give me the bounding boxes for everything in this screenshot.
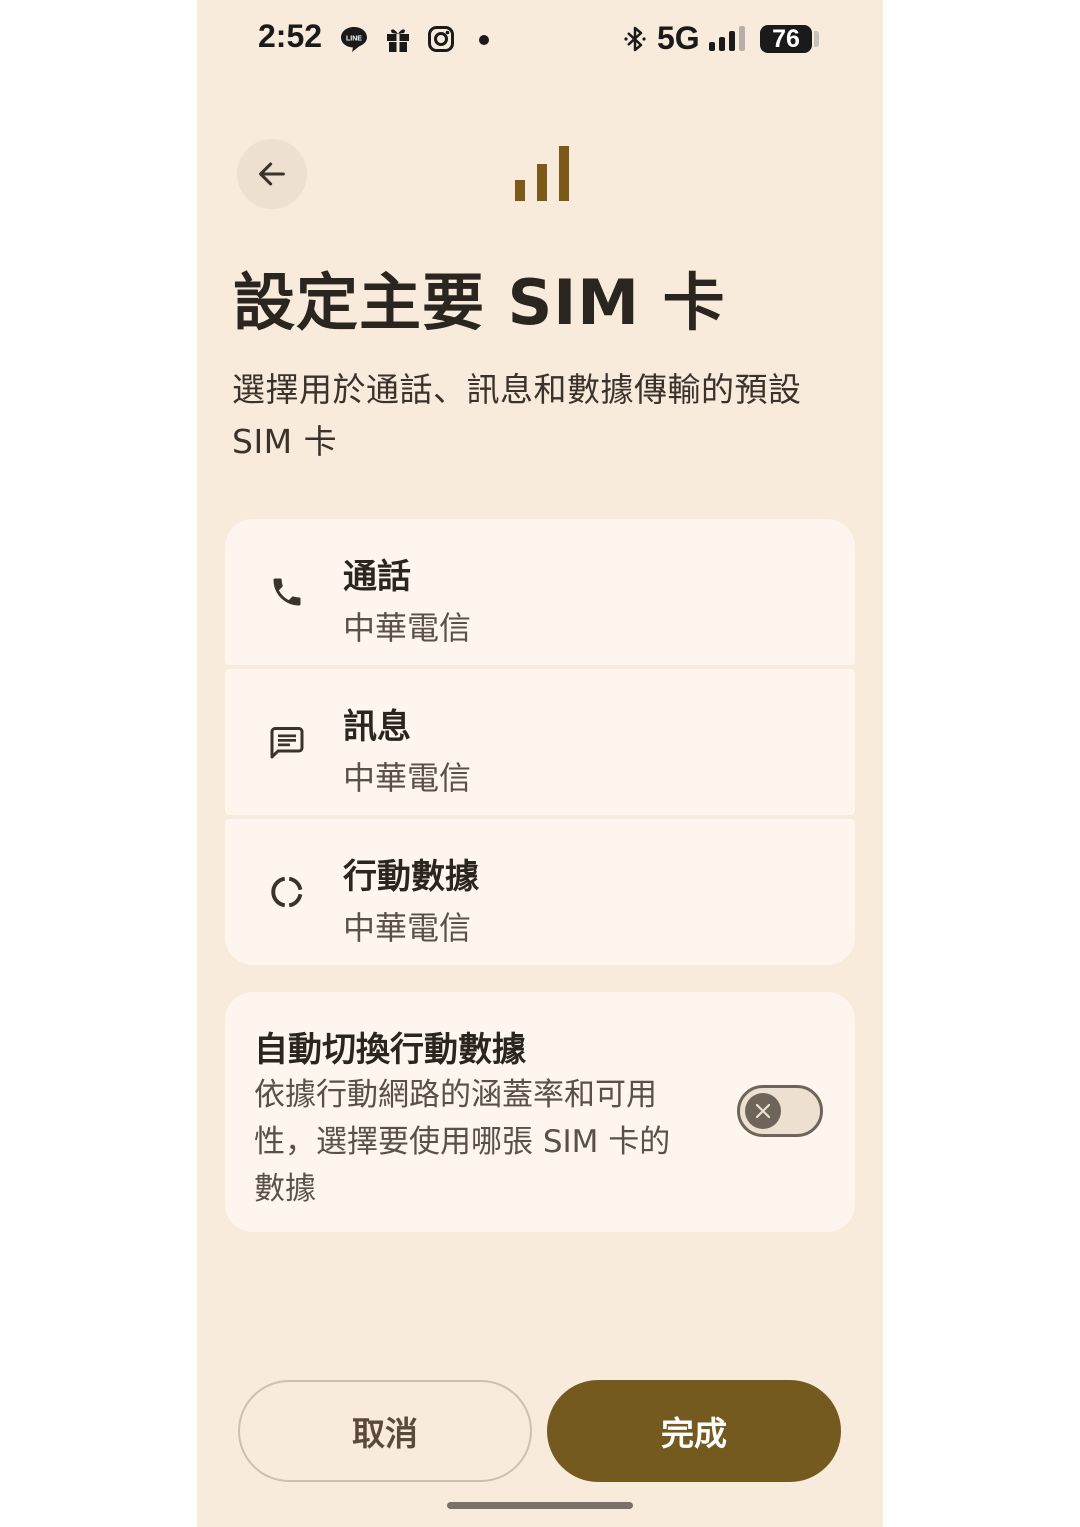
- done-button[interactable]: 完成: [547, 1380, 841, 1482]
- cell-signal-icon: [709, 26, 745, 51]
- page-title: 設定主要 SIM 卡: [233, 266, 726, 339]
- dot-icon: [479, 35, 489, 45]
- svg-text:LINE: LINE: [346, 36, 362, 43]
- battery-tip: [814, 31, 819, 47]
- signal-bars-icon: [515, 146, 569, 201]
- auto-data-switch-card: 自動切換行動數據 依據行動網路的涵蓋率和可用性，選擇要使用哪張 SIM 卡的數據: [225, 992, 855, 1232]
- line-icon: LINE: [341, 27, 367, 52]
- auto-switch-title: 自動切換行動數據: [254, 1030, 526, 1070]
- battery-icon: 76: [760, 25, 812, 53]
- back-button[interactable]: [237, 139, 307, 209]
- status-time: 2:52: [258, 18, 323, 54]
- pref-value-mobile-data: 中華電信: [343, 909, 472, 947]
- pref-title-calls: 通話: [343, 557, 411, 597]
- gift-icon: [387, 29, 409, 52]
- phone-screen: 2:52 LINE 5G 76 設定主要 SIM 卡 選擇用於通話、訊息和數據傳…: [197, 0, 883, 1527]
- pref-item-mobile-data[interactable]: 行動數據 中華電信: [225, 819, 855, 965]
- home-indicator[interactable]: [447, 1502, 633, 1509]
- status-bar: 2:52 LINE 5G 76: [197, 0, 883, 80]
- auto-switch-description: 依據行動網路的涵蓋率和可用性，選擇要使用哪張 SIM 卡的數據: [254, 1077, 671, 1207]
- phone-icon: [269, 574, 305, 610]
- auto-switch-toggle[interactable]: [737, 1085, 823, 1137]
- arrow-left-icon: [259, 162, 285, 186]
- pref-value-messages: 中華電信: [343, 759, 472, 797]
- toggle-knob: [745, 1093, 781, 1129]
- network-type: 5G: [657, 20, 700, 56]
- pref-item-messages[interactable]: 訊息 中華電信: [225, 669, 855, 815]
- data-usage-icon: [269, 874, 305, 910]
- message-icon: [269, 724, 305, 760]
- pref-title-mobile-data: 行動數據: [343, 857, 479, 897]
- pref-title-messages: 訊息: [343, 707, 411, 747]
- instagram-icon: [428, 26, 454, 52]
- cancel-button[interactable]: 取消: [238, 1380, 532, 1482]
- pref-item-calls[interactable]: 通話 中華電信: [225, 519, 855, 665]
- pref-value-calls: 中華電信: [343, 609, 472, 647]
- page-subtitle: 選擇用於通話、訊息和數據傳輸的預設 SIM 卡: [232, 370, 802, 461]
- bluetooth-icon: [624, 26, 646, 52]
- close-icon: [755, 1103, 771, 1119]
- sim-preference-list: 通話 中華電信 訊息 中華電信 行動數據 中華電信: [225, 519, 855, 969]
